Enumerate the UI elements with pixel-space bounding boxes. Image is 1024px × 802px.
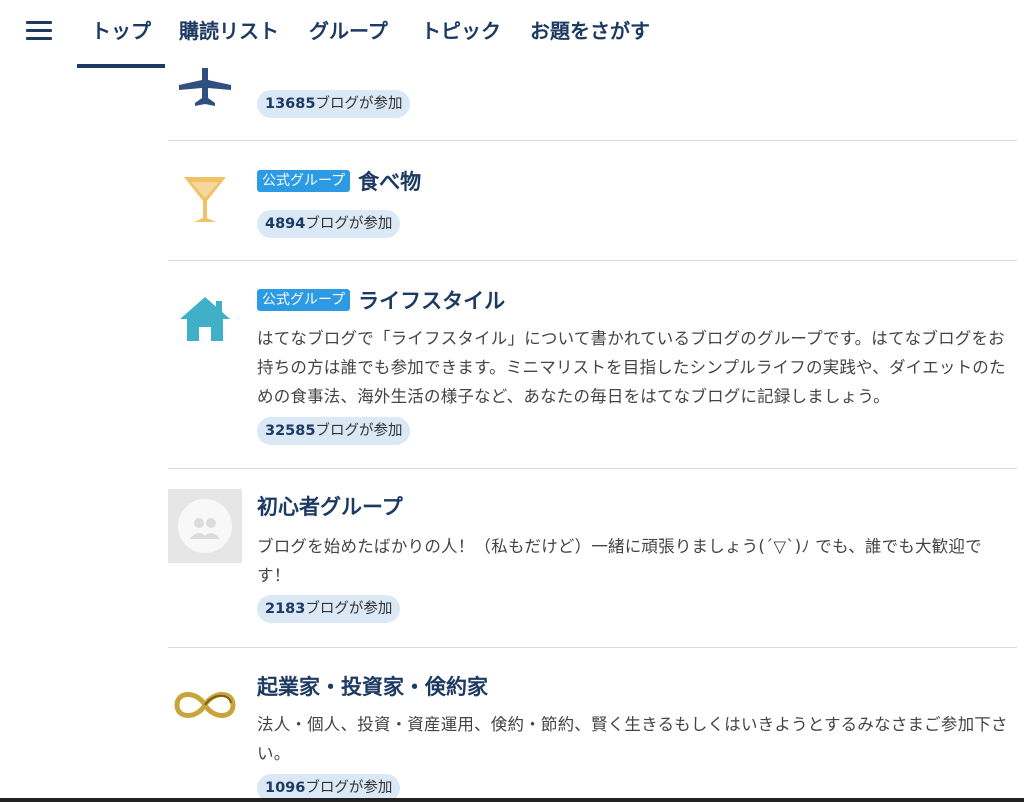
group-avatar-icon — [168, 489, 242, 563]
group-item[interactable]: 初心者グループ ブログを始めたばかりの人！（私もだけど）一緒に頑張りましょう(´… — [168, 469, 1017, 648]
active-tab-indicator — [77, 64, 165, 68]
official-group-badge: 公式グループ — [257, 289, 351, 311]
cocktail-glass-icon — [168, 162, 242, 236]
group-name[interactable]: 初心者グループ — [257, 491, 403, 521]
top-navigation: トップ 購読リスト グループ トピック お題をさがす — [0, 0, 1024, 68]
group-description: はてなブログで「ライフスタイル」について書かれているブログのグループです。はてな… — [257, 329, 1006, 406]
tab-find-themes[interactable]: お題をさがす — [530, 16, 650, 46]
house-icon — [168, 282, 242, 356]
tab-topics[interactable]: トピック — [421, 16, 501, 46]
group-item[interactable]: 公式グループ ライフスタイル はてなブログで「ライフスタイル」について書かれてい… — [168, 261, 1017, 469]
blog-count-badge: 4894ブログが参加 — [257, 210, 401, 238]
group-name[interactable]: 食べ物 — [358, 166, 421, 196]
official-group-badge: 公式グループ — [257, 170, 351, 192]
group-item[interactable]: 起業家・投資家・倹約家 法人・個人、投資・資産運用、倹約・節約、賢く生きるもしく… — [168, 648, 1017, 802]
hamburger-menu-icon[interactable] — [26, 21, 52, 43]
group-name[interactable]: 起業家・投資家・倹約家 — [257, 671, 488, 701]
group-name[interactable]: ライフスタイル — [358, 285, 505, 315]
tab-groups[interactable]: グループ — [309, 16, 388, 46]
blog-count-badge: 2183ブログが参加 — [257, 595, 401, 623]
tab-top[interactable]: トップ — [91, 16, 151, 46]
group-item[interactable]: 公式グループ 食べ物 4894ブログが参加 — [168, 141, 1017, 261]
blog-count-badge: 32585ブログが参加 — [257, 417, 411, 445]
blog-count-badge: 13685ブログが参加 — [257, 90, 411, 118]
window-bottom-edge — [0, 798, 1024, 802]
infinity-logo-icon — [168, 668, 242, 742]
group-description: ブログを始めたばかりの人！（私もだけど）一緒に頑張りましょう(´▽`)ﾉ でも、… — [257, 537, 982, 585]
tab-subscriptions[interactable]: 購読リスト — [179, 16, 279, 46]
group-description: 法人・個人、投資・資産運用、倹約・節約、賢く生きるもしくはいきようとするみなさま… — [257, 715, 1008, 763]
